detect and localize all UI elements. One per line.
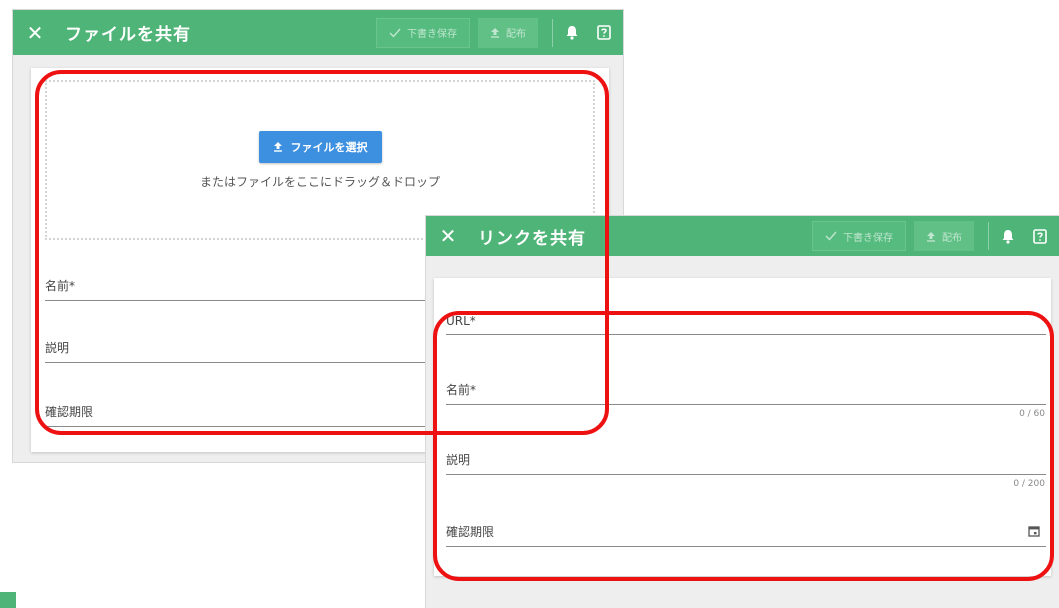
description-counter: 0 / 200: [1013, 479, 1045, 489]
toolbar-divider: [552, 18, 553, 47]
deadline-label: 確認期限: [45, 405, 94, 419]
bell-icon[interactable]: [1001, 229, 1015, 244]
dialog-title: リンクを共有: [478, 228, 586, 249]
publish-button[interactable]: 配布: [914, 221, 974, 251]
description-field[interactable]: 説明: [446, 444, 1046, 475]
name-label: 名前*: [446, 383, 477, 397]
select-file-label: ファイルを選択: [290, 140, 368, 154]
help-icon[interactable]: [597, 25, 611, 40]
toolbar-divider: [988, 222, 989, 250]
close-icon[interactable]: ✕: [25, 23, 45, 43]
deadline-label: 確認期限: [446, 525, 495, 539]
save-draft-button[interactable]: 下書き保存: [376, 17, 470, 48]
name-counter: 0 / 60: [1019, 409, 1045, 419]
corner-marker: [0, 592, 16, 608]
link-share-dialog: ✕ リンクを共有 下書き保存 配布 URL* 名前* 0 / 60 説明 0 /…: [426, 216, 1059, 608]
publish-label: 配布: [506, 29, 526, 40]
close-icon[interactable]: ✕: [438, 226, 458, 246]
url-label: URL*: [446, 314, 476, 328]
deadline-field[interactable]: 確認期限: [446, 514, 1046, 547]
calendar-icon[interactable]: [1028, 525, 1040, 540]
save-draft-label: 下書き保存: [407, 29, 457, 40]
url-field[interactable]: URL*: [446, 304, 1046, 335]
bell-icon[interactable]: [565, 25, 579, 40]
publish-button[interactable]: 配布: [478, 17, 538, 48]
upload-icon: [491, 28, 499, 38]
link-share-form: URL* 名前* 0 / 60 説明 0 / 200 確認期限: [434, 278, 1051, 576]
check-icon: [825, 231, 837, 241]
name-label: 名前*: [45, 279, 76, 293]
help-icon[interactable]: [1033, 228, 1047, 244]
upload-icon: [273, 142, 282, 152]
link-share-header: ✕ リンクを共有 下書き保存 配布: [426, 216, 1059, 256]
name-field[interactable]: 名前*: [446, 374, 1046, 405]
publish-label: 配布: [942, 232, 962, 244]
file-share-header: ✕ ファイルを共有 下書き保存 配布: [13, 10, 623, 55]
select-file-button[interactable]: ファイルを選択: [258, 130, 382, 163]
description-label: 説明: [45, 341, 70, 355]
save-draft-button[interactable]: 下書き保存: [812, 221, 906, 251]
description-label: 説明: [446, 453, 471, 467]
dialog-title: ファイルを共有: [65, 25, 191, 45]
save-draft-label: 下書き保存: [843, 232, 893, 244]
drop-hint: またはファイルをここにドラッグ＆ドロップ: [199, 174, 440, 189]
check-icon: [389, 28, 401, 38]
upload-icon: [927, 231, 935, 242]
